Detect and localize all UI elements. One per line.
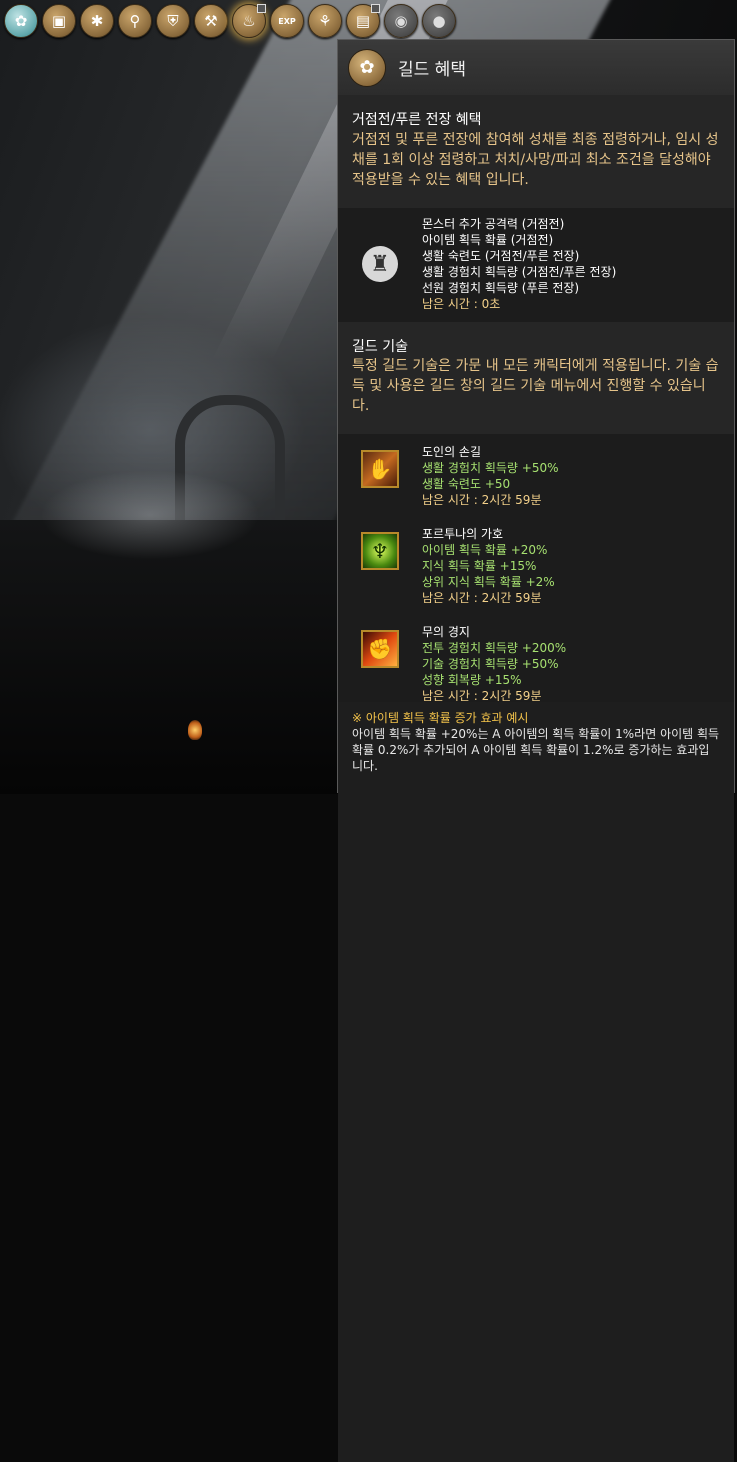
skill-icon-wrap: ♆ (358, 526, 402, 624)
skill-icon-wrap: ✋ (358, 444, 402, 526)
guild-skill-list: ✋ 도인의 손길 생활 경험치 획득량 +50% 생활 숙련도 +50 남은 시… (338, 434, 734, 703)
torch-flame (188, 720, 202, 740)
skill-effect: 성향 회복량 +15% (422, 673, 522, 687)
skill-effect: 전투 경험치 획득량 +200% (422, 641, 567, 655)
benefit-item: 아이템 획득 확률 (거점전) (422, 233, 554, 247)
guild-emblem-glyph: ✿ (14, 12, 28, 30)
remaining-time: 남은 시간 : 0초 (422, 297, 501, 311)
list-item: ♆ 포르투나의 가호 아이템 획득 확률 +20% 지식 획득 확률 +15% … (338, 526, 734, 624)
rook-icon-wrap: ♜ (358, 216, 402, 312)
map-scroll-icon[interactable]: ▤ (346, 4, 380, 38)
tooltip-title: 길드 혜택 (398, 60, 466, 80)
skill-name: 포르투나의 가호 (422, 527, 504, 541)
list-item: ✋ 도인의 손길 생활 경험치 획득량 +50% 생활 숙련도 +50 남은 시… (338, 444, 734, 526)
skill-effect: 기술 경험치 획득량 +50% (422, 657, 559, 671)
figure-skill-icon: ♆ (361, 532, 399, 570)
skill-name: 무의 경지 (422, 625, 470, 639)
stronghold-benefit-list: 몬스터 추가 공격력 (거점전) 아이템 획득 확률 (거점전) 생활 숙련도 … (402, 216, 734, 312)
shield-glyph: ⛨ (167, 12, 179, 30)
craft-icon[interactable]: ⚒ (194, 4, 228, 38)
shield-icon[interactable]: ⛨ (156, 4, 190, 38)
footer-note-text: 아이템 획득 확률 +20%는 A 아이템의 획득 확률이 1%라면 아이템 획… (352, 727, 720, 773)
stronghold-benefit-box: ♜ 몬스터 추가 공격력 (거점전) 아이템 획득 확률 (거점전) 생활 숙련… (338, 208, 734, 322)
rook-icon: ♜ (362, 246, 398, 282)
craft-glyph: ⚒ (204, 12, 218, 30)
remaining-time: 남은 시간 : 2시간 59분 (422, 591, 542, 605)
tooltip-footer: ※ 아이템 획득 확률 증가 효과 예시 아이템 획득 확률 +20%는 A 아… (338, 702, 734, 1462)
guild-skill-section: 길드 기술 특정 길드 기술은 가문 내 모든 캐릭터에게 적용됩니다. 기술 … (338, 322, 734, 416)
guild-skill-heading: 길드 기술 (352, 339, 408, 355)
skill-effect: 아이템 획득 확률 +20% (422, 543, 548, 557)
skill-effect: 지식 획득 확률 +15% (422, 559, 537, 573)
skill-info: 포르투나의 가호 아이템 획득 확률 +20% 지식 획득 확률 +15% 상위… (402, 526, 734, 624)
bag-glyph: ▣ (51, 12, 67, 30)
emblem-glyph: ✿ (359, 57, 375, 78)
palette-icon[interactable]: ◉ (384, 4, 418, 38)
skill-tree-icon[interactable]: ✱ (80, 4, 114, 38)
skill-effect: 상위 지식 획득 확률 +2% (422, 575, 555, 589)
stronghold-benefit-row: ♜ 몬스터 추가 공격력 (거점전) 아이템 획득 확률 (거점전) 생활 숙련… (338, 216, 734, 312)
skill-tree-glyph: ✱ (90, 12, 104, 30)
guild-emblem-icon[interactable]: ✿ (4, 4, 38, 38)
party-glyph: ⚘ (318, 12, 332, 30)
skill-info: 무의 경지 전투 경험치 획득량 +200% 기술 경험치 획득량 +50% 성… (402, 624, 734, 703)
search-glyph: ⚲ (129, 12, 141, 30)
hand-skill-icon: ✋ (361, 450, 399, 488)
window-badge-icon (371, 4, 380, 13)
benefit-item: 생활 숙련도 (거점전/푸른 전장) (422, 249, 580, 263)
guild-benefit-tooltip: ✿ 길드 혜택 거점전/푸른 전장 혜택 거점전 및 푸른 전장에 참여해 성채… (337, 39, 735, 1462)
remaining-time: 남은 시간 : 2시간 59분 (422, 493, 542, 507)
window-badge-icon (257, 4, 266, 13)
benefit-item: 몬스터 추가 공격력 (거점전) (422, 217, 565, 231)
stronghold-heading: 거점전/푸른 전장 혜택 (352, 112, 482, 128)
stronghold-section: 거점전/푸른 전장 혜택 거점전 및 푸른 전장에 참여해 성채를 최종 점령하… (338, 95, 734, 190)
guild-emblem-icon: ✿ (348, 48, 386, 87)
benefit-item: 선원 경험치 획득량 (푸른 전장) (422, 281, 580, 295)
top-icon-bar: ✿ ▣ ✱ ⚲ ⛨ ⚒ ♨ EXP ⚘ ▤ ◉ ● (4, 4, 456, 40)
skill-icon-wrap: ✊ (358, 624, 402, 702)
map-scroll-glyph: ▤ (355, 12, 371, 30)
palette-glyph: ◉ (394, 12, 408, 30)
skill-info: 도인의 손길 생활 경험치 획득량 +50% 생활 숙련도 +50 남은 시간 … (402, 444, 734, 526)
tooltip-header: ✿ 길드 혜택 (338, 40, 734, 95)
skill-effect: 생활 숙련도 +50 (422, 477, 511, 491)
skill-effect: 생활 경험치 획득량 +50% (422, 461, 559, 475)
person-glyph: ● (432, 12, 446, 30)
stronghold-description: 거점전 및 푸른 전장에 참여해 성채를 최종 점령하거나, 임시 성채를 1회… (352, 132, 719, 188)
floor (0, 520, 340, 794)
skill-name: 도인의 손길 (422, 445, 482, 459)
candle-glyph: ♨ (242, 12, 256, 30)
party-icon[interactable]: ⚘ (308, 4, 342, 38)
candle-icon[interactable]: ♨ (232, 4, 266, 38)
guild-skill-description: 특정 길드 기술은 가문 내 모든 캐릭터에게 적용됩니다. 기술 습득 및 사… (352, 358, 719, 414)
flame-skill-icon: ✊ (361, 630, 399, 668)
exp-icon[interactable]: EXP (270, 4, 304, 38)
bag-icon[interactable]: ▣ (42, 4, 76, 38)
list-item: ✊ 무의 경지 전투 경험치 획득량 +200% 기술 경험치 획득량 +50%… (338, 624, 734, 703)
footer-note-title: ※ 아이템 획득 확률 증가 효과 예시 (352, 711, 529, 725)
search-icon[interactable]: ⚲ (118, 4, 152, 38)
exp-label: EXP (278, 16, 296, 26)
floor-light (40, 470, 260, 560)
benefit-item: 생활 경험치 획득량 (거점전/푸른 전장) (422, 265, 617, 279)
person-icon[interactable]: ● (422, 4, 456, 38)
remaining-time: 남은 시간 : 2시간 59분 (422, 689, 542, 703)
